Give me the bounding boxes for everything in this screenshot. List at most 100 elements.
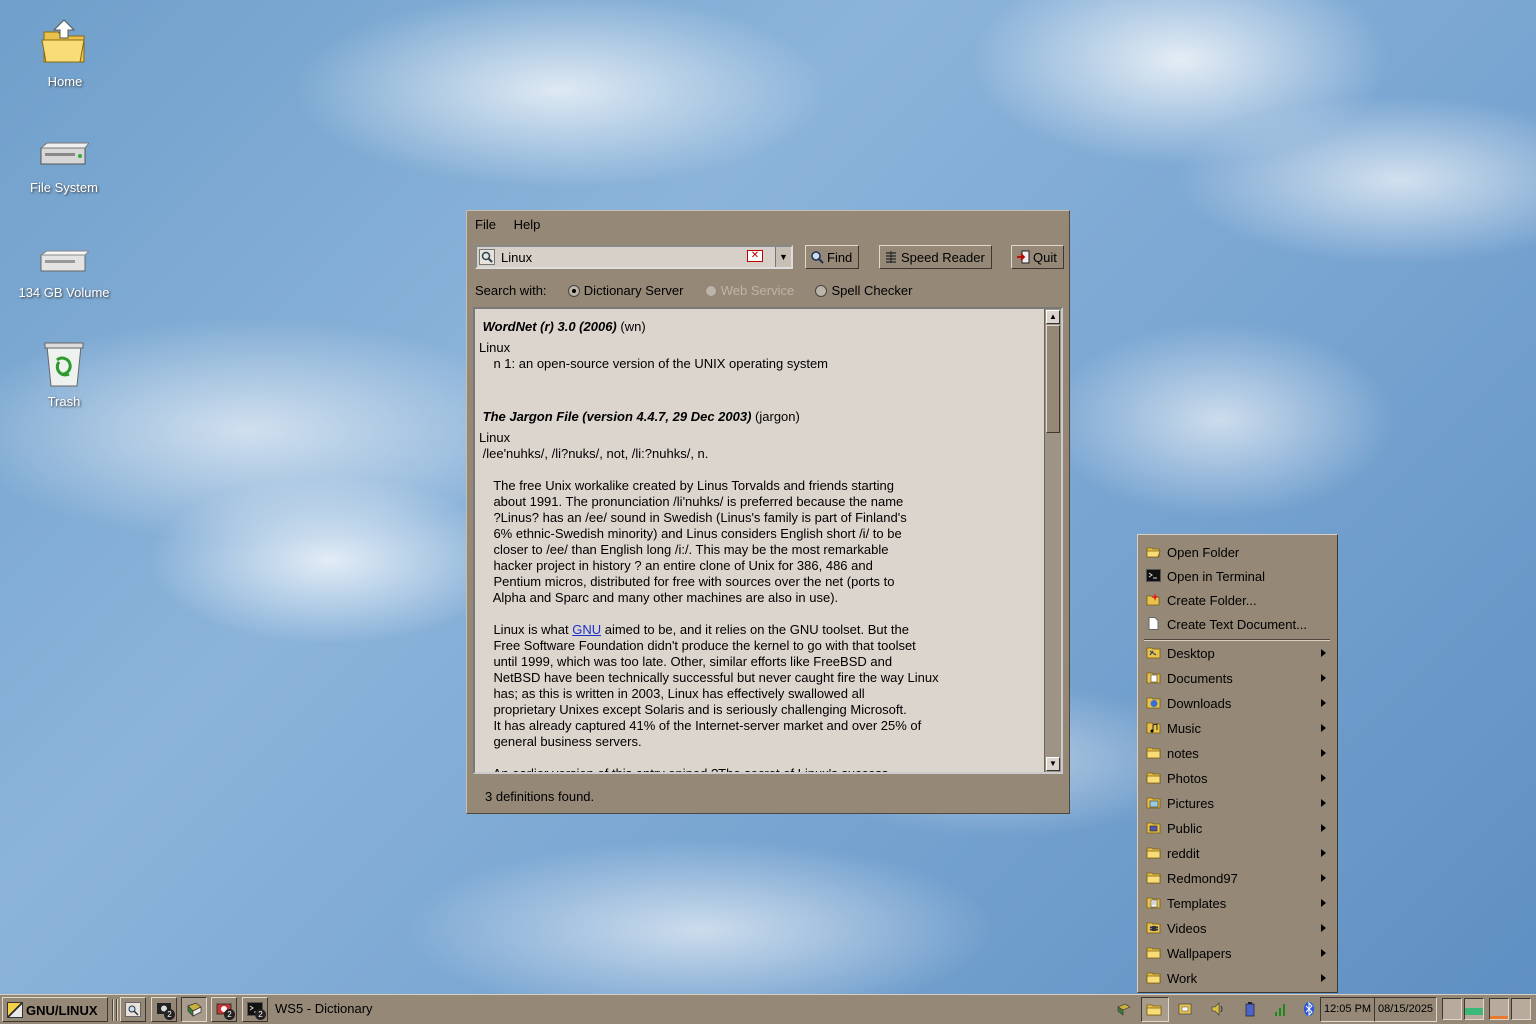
menu-item-wallpapers[interactable]: Wallpapers (1142, 943, 1332, 965)
taskbar-button-file-manager[interactable] (120, 997, 146, 1022)
scroll-down-icon[interactable]: ▼ (1046, 757, 1060, 771)
definition-source-code: (wn) (620, 319, 646, 334)
definition-source-title: The Jargon File (version 4.4.7, 29 Dec 2… (482, 409, 752, 424)
definition-line: proprietary Unixes except Solaris and is… (479, 702, 907, 717)
search-with-row: Search with: Dictionary Server Web Servi… (475, 283, 912, 298)
workspace-1[interactable] (1442, 998, 1462, 1020)
menu-file[interactable]: File (475, 217, 496, 232)
menu-item-desktop[interactable]: Desktop (1142, 643, 1332, 665)
search-combobox[interactable]: ✕ ▼ (475, 245, 793, 269)
definition-line: It has already captured 41% of the Inter… (479, 718, 922, 733)
desktop-icon-volume[interactable]: 134 GB Volume (9, 249, 119, 300)
menu-item-downloads[interactable]: Downloads (1142, 693, 1332, 715)
chevron-down-icon[interactable]: ▼ (775, 247, 791, 267)
workspace-3[interactable] (1489, 998, 1509, 1020)
desktop-icon-file-system[interactable]: File System (9, 140, 119, 195)
menu-item-documents[interactable]: Documents (1142, 668, 1332, 690)
menu-item-photos[interactable]: Photos (1142, 768, 1332, 790)
new-folder-icon (1146, 593, 1160, 606)
menu-item-work[interactable]: Work (1142, 968, 1332, 990)
network-tray-icon[interactable] (1178, 1001, 1192, 1017)
menu-item-notes[interactable]: notes (1142, 743, 1332, 765)
terminal-icon (1146, 569, 1161, 582)
toolbar: ✕ ▼ Find Speed Reader Quit (475, 245, 1067, 271)
templates-folder-icon (1146, 897, 1161, 909)
desktop-icon-trash[interactable]: Trash (9, 340, 119, 409)
quit-button[interactable]: Quit (1011, 245, 1064, 269)
taskbar-button-app[interactable]: 2 (211, 997, 237, 1022)
definition-line: NetBSD have been technically successful … (479, 670, 939, 685)
workspace-4[interactable] (1511, 998, 1531, 1020)
folder-icon (1146, 747, 1161, 759)
folder-context-menu: Open Folder Open in Terminal Create Fold… (1137, 534, 1338, 993)
bluetooth-icon[interactable] (1302, 1001, 1316, 1017)
radio-web-service: Web Service (704, 283, 794, 298)
search-input[interactable] (499, 248, 739, 266)
find-button[interactable]: Find (805, 245, 860, 269)
vertical-scrollbar[interactable]: ▲ ▼ (1044, 309, 1061, 772)
menu-item-templates[interactable]: Templates (1142, 893, 1332, 915)
menu-help[interactable]: Help (514, 217, 541, 232)
find-icon (811, 251, 824, 264)
menu-bar: File Help (475, 217, 554, 232)
hard-drive-icon (39, 142, 89, 165)
text-document-icon (1148, 617, 1159, 630)
file-manager-icon (125, 1002, 141, 1017)
battery-icon[interactable] (1243, 1001, 1257, 1017)
dictionary-tray-icon[interactable] (1117, 1001, 1131, 1017)
menu-item-open-folder[interactable]: Open Folder (1142, 542, 1332, 564)
menu-item-redmond97[interactable]: Redmond97 (1142, 868, 1332, 890)
definitions-pane[interactable]: WordNet (r) 3.0 (2006) (wn) Linux n 1: a… (473, 307, 1063, 774)
definition-line: Linux is what (479, 622, 573, 637)
tray-folder-button[interactable] (1141, 997, 1169, 1022)
submenu-arrow-icon (1321, 824, 1326, 832)
desktop-icon-home[interactable]: Home (10, 18, 120, 89)
clock-time[interactable]: 12:05 PM (1320, 997, 1376, 1022)
menu-item-create-folder[interactable]: Create Folder... (1142, 590, 1332, 612)
definition-line: aimed to be, and it relies on the GNU to… (601, 622, 909, 637)
radio-dictionary-server[interactable]: Dictionary Server (567, 283, 684, 298)
search-with-label: Search with: (475, 283, 547, 298)
gnu-link[interactable]: GNU (572, 622, 601, 637)
taskbar: GNU/LINUX 2 2 2 WS5 - Dictionary 12:05 P… (0, 994, 1536, 1024)
menu-item-reddit[interactable]: reddit (1142, 843, 1332, 865)
desktop-icon-label: 134 GB Volume (18, 285, 110, 300)
dictionary-icon (187, 1002, 202, 1017)
menu-item-open-terminal[interactable]: Open in Terminal (1142, 566, 1332, 588)
public-folder-icon (1146, 822, 1161, 834)
definition-line: An earlier version of this entry opined … (479, 766, 889, 774)
scrollbar-thumb[interactable] (1046, 325, 1060, 433)
wifi-signal-icon[interactable] (1274, 1001, 1288, 1017)
taskbar-button-terminal[interactable]: 2 (242, 997, 268, 1022)
music-folder-icon (1146, 722, 1161, 734)
volume-icon[interactable] (1211, 1001, 1225, 1017)
menu-item-videos[interactable]: Videos (1142, 918, 1332, 940)
search-icon (479, 249, 495, 265)
workspace-2[interactable] (1464, 998, 1484, 1020)
active-task-title[interactable]: WS5 - Dictionary (275, 1001, 373, 1016)
definition-word: Linux (479, 430, 511, 445)
trash-icon (44, 342, 84, 387)
menu-item-music[interactable]: Music (1142, 718, 1332, 740)
open-folder-icon (1146, 547, 1161, 558)
taskbar-button-settings[interactable]: 2 (151, 997, 177, 1022)
taskbar-button-dictionary[interactable] (181, 997, 207, 1022)
folder-icon (1146, 972, 1161, 984)
videos-folder-icon (1146, 922, 1161, 934)
clock-date[interactable]: 08/15/2025 (1374, 997, 1438, 1022)
menu-item-create-text-document[interactable]: Create Text Document... (1142, 614, 1332, 636)
start-menu-icon (7, 1002, 23, 1018)
dictionary-window: File Help ✕ ▼ Find Speed Reader Quit Sea… (466, 210, 1070, 814)
menu-item-pictures[interactable]: Pictures (1142, 793, 1332, 815)
submenu-arrow-icon (1321, 899, 1326, 907)
submenu-arrow-icon (1321, 849, 1326, 857)
radio-spell-checker[interactable]: Spell Checker (815, 283, 912, 298)
clear-icon[interactable]: ✕ (747, 250, 763, 262)
documents-folder-icon (1146, 672, 1161, 684)
status-text: 3 definitions found. (485, 789, 595, 804)
definition-line: Free Software Foundation didn't produce … (479, 638, 916, 653)
speed-reader-button[interactable]: Speed Reader (879, 245, 992, 269)
start-button[interactable]: GNU/LINUX (2, 997, 108, 1022)
scroll-up-icon[interactable]: ▲ (1046, 310, 1060, 324)
menu-item-public[interactable]: Public (1142, 818, 1332, 840)
